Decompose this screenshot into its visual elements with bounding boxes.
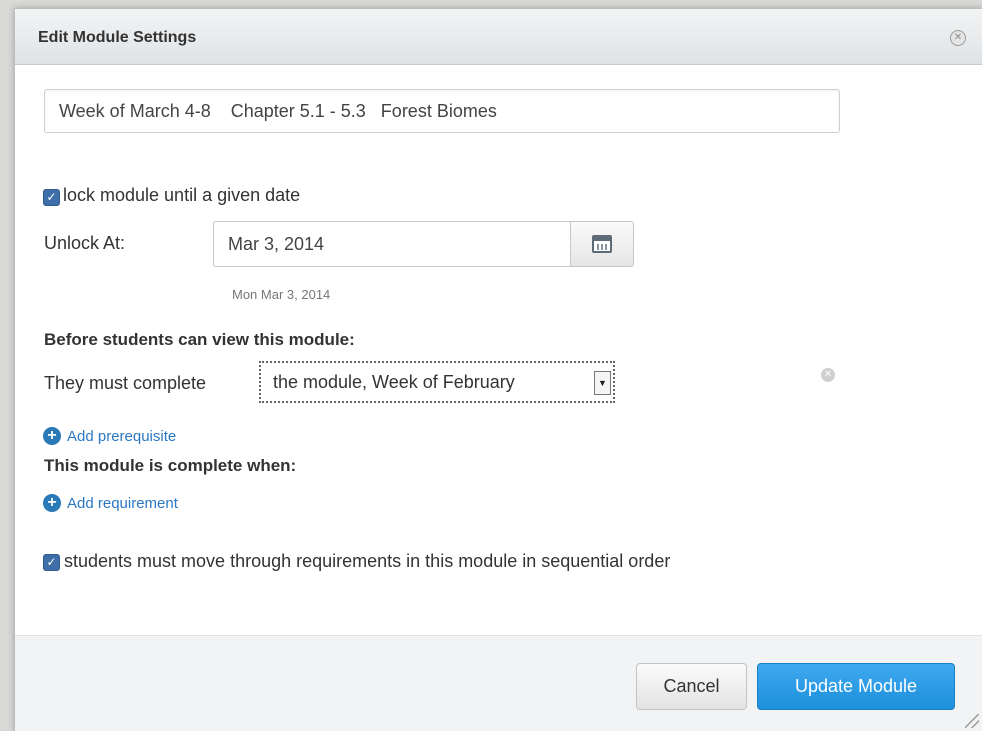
close-icon[interactable]: ✕ — [950, 30, 966, 46]
unlock-date-input[interactable] — [213, 221, 571, 267]
edit-module-dialog: Edit Module Settings ✕ ✓ lock module unt… — [14, 8, 982, 731]
resize-grip-icon[interactable] — [965, 714, 979, 728]
update-module-button[interactable]: Update Module — [757, 663, 955, 710]
calendar-button[interactable] — [570, 221, 634, 267]
must-complete-label: They must complete — [44, 373, 207, 393]
chevron-down-icon[interactable]: ▼ — [594, 371, 611, 395]
unlock-date-hint: Mon Mar 3, 2014 — [232, 287, 331, 302]
dialog-footer: Cancel Update Module — [15, 635, 982, 731]
cancel-button[interactable]: Cancel — [636, 663, 747, 710]
sequential-order-label: students must move through requirements … — [64, 551, 671, 571]
dialog-title: Edit Module Settings — [38, 29, 197, 46]
add-requirement-icon[interactable]: + — [43, 494, 61, 512]
requirements-heading: This module is complete when: — [44, 456, 297, 475]
dialog-titlebar: Edit Module Settings ✕ — [15, 9, 982, 65]
unlock-at-label: Unlock At: — [44, 233, 126, 253]
prerequisite-select[interactable]: the module, Week of February ▼ — [259, 361, 615, 403]
add-prerequisite-link[interactable]: Add prerequisite — [67, 428, 176, 445]
calendar-icon — [592, 235, 612, 253]
module-name-input[interactable] — [44, 89, 840, 133]
remove-prerequisite-icon[interactable]: ✕ — [821, 368, 835, 382]
add-requirement-link[interactable]: Add requirement — [67, 495, 178, 512]
prerequisites-heading: Before students can view this module: — [44, 330, 355, 349]
lock-module-checkbox[interactable]: ✓ — [43, 189, 60, 206]
prerequisite-select-value: the module, Week of February — [273, 372, 515, 392]
lock-module-label: lock module until a given date — [63, 185, 301, 205]
add-prerequisite-icon[interactable]: + — [43, 427, 61, 445]
sequential-order-checkbox[interactable]: ✓ — [43, 554, 60, 571]
